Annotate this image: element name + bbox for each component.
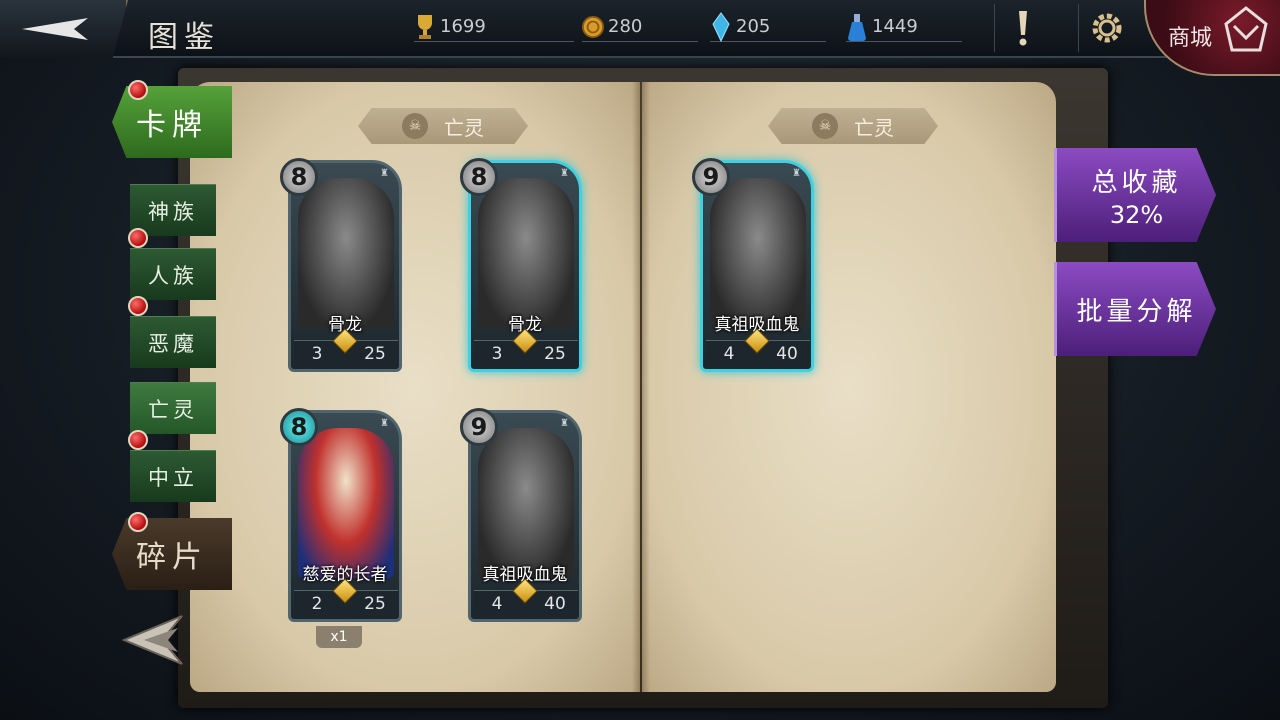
gear-icon xyxy=(1092,13,1121,43)
tab-faction-demon[interactable]: 恶魔 xyxy=(130,316,216,368)
top-bar: 图鉴 1699 280 205 1449 商城 xyxy=(0,0,1280,76)
card-attack: 3 xyxy=(491,343,503,364)
trophy-icon xyxy=(414,13,436,41)
card-health: 40 xyxy=(776,343,798,364)
trophy-resource: 1699 xyxy=(414,12,574,42)
settings-button[interactable] xyxy=(1078,4,1134,52)
bulk-decompose-button[interactable]: 批量分解 xyxy=(1054,262,1216,356)
notification-dot xyxy=(128,430,148,450)
card-slot[interactable]: 8 ♜ 骨龙 3 25 xyxy=(458,150,590,380)
card-health: 25 xyxy=(364,343,386,364)
tab-faction-human[interactable]: 人族 xyxy=(130,248,216,300)
total-collection-label: 总收藏 xyxy=(1091,167,1182,198)
page-title: 图鉴 xyxy=(148,20,220,55)
potion-resource: 1449 xyxy=(846,12,962,42)
back-arrow-icon xyxy=(22,18,88,40)
tab-faction-neutral[interactable]: 中立 xyxy=(130,450,216,502)
gold-coin-icon xyxy=(582,13,604,41)
card-health: 25 xyxy=(544,343,566,364)
card-art xyxy=(710,178,806,328)
card-slot[interactable]: 8 ♜ 慈爱的长者 2 25 x1 xyxy=(278,400,410,648)
tab-faction-undead[interactable]: 亡灵 xyxy=(130,382,216,434)
notice-button[interactable] xyxy=(994,4,1050,52)
notification-dot xyxy=(128,512,148,532)
notification-dot xyxy=(128,296,148,316)
prev-page-arrow-icon xyxy=(121,615,183,665)
trophy-value: 1699 xyxy=(440,16,486,37)
prev-page-button[interactable] xyxy=(121,612,188,672)
book-spine xyxy=(632,82,650,692)
card-attack: 4 xyxy=(491,593,503,614)
skull-icon: ☠ xyxy=(812,113,838,139)
card-health: 25 xyxy=(364,593,386,614)
card-slot[interactable]: 9 ♜ 真祖吸血鬼 4 40 xyxy=(690,150,822,380)
card-art xyxy=(478,428,574,578)
card-attack: 4 xyxy=(723,343,735,364)
card-art xyxy=(298,428,394,578)
skull-icon: ☠ xyxy=(402,113,428,139)
card-slot[interactable]: 8 ♜ 骨龙 3 25 xyxy=(278,150,410,380)
card-health: 40 xyxy=(544,593,566,614)
card-count-badge: x1 xyxy=(316,626,362,648)
crystal-resource: 205 xyxy=(710,11,826,42)
card-cost: 9 xyxy=(460,408,498,446)
card-attack: 2 xyxy=(311,593,323,614)
right-page-header-label: 亡灵 xyxy=(854,115,894,140)
tower-icon: ♜ xyxy=(380,168,389,179)
right-page-header: ☠ 亡灵 xyxy=(768,108,938,144)
tower-icon: ♜ xyxy=(792,168,801,179)
card-slot[interactable]: 9 ♜ 真祖吸血鬼 4 40 xyxy=(458,400,590,630)
potion-value: 1449 xyxy=(872,16,918,37)
card-attack: 3 xyxy=(311,343,323,364)
tower-icon: ♜ xyxy=(560,418,569,429)
crystal-value: 205 xyxy=(736,16,771,37)
shop-emblem-icon xyxy=(1224,6,1268,52)
notification-dot xyxy=(128,228,148,248)
gold-value: 280 xyxy=(608,16,643,37)
bulk-decompose-label: 批量分解 xyxy=(1076,296,1197,327)
back-button[interactable] xyxy=(0,0,128,58)
left-page-header-label: 亡灵 xyxy=(444,115,484,140)
tower-icon: ♜ xyxy=(560,168,569,179)
card-cost: 9 xyxy=(692,158,730,196)
card-art xyxy=(298,178,394,328)
total-collection-percent: 32% xyxy=(1109,200,1164,229)
card-cost: 8 xyxy=(280,408,318,446)
notification-dot xyxy=(128,80,148,100)
shop-label: 商城 xyxy=(1167,26,1212,51)
left-page-header: ☠ 亡灵 xyxy=(358,108,528,144)
card-art xyxy=(478,178,574,328)
total-collection-button[interactable]: 总收藏 32% xyxy=(1054,148,1216,242)
crystal-icon xyxy=(710,11,732,42)
tab-faction-god[interactable]: 神族 xyxy=(130,184,216,236)
exclamation-icon xyxy=(1018,11,1027,46)
tower-icon: ♜ xyxy=(380,418,389,429)
potion-icon xyxy=(846,13,868,41)
shop-button[interactable] xyxy=(1144,0,1280,76)
gold-resource: 280 xyxy=(582,12,698,42)
card-cost: 8 xyxy=(460,158,498,196)
card-cost: 8 xyxy=(280,158,318,196)
